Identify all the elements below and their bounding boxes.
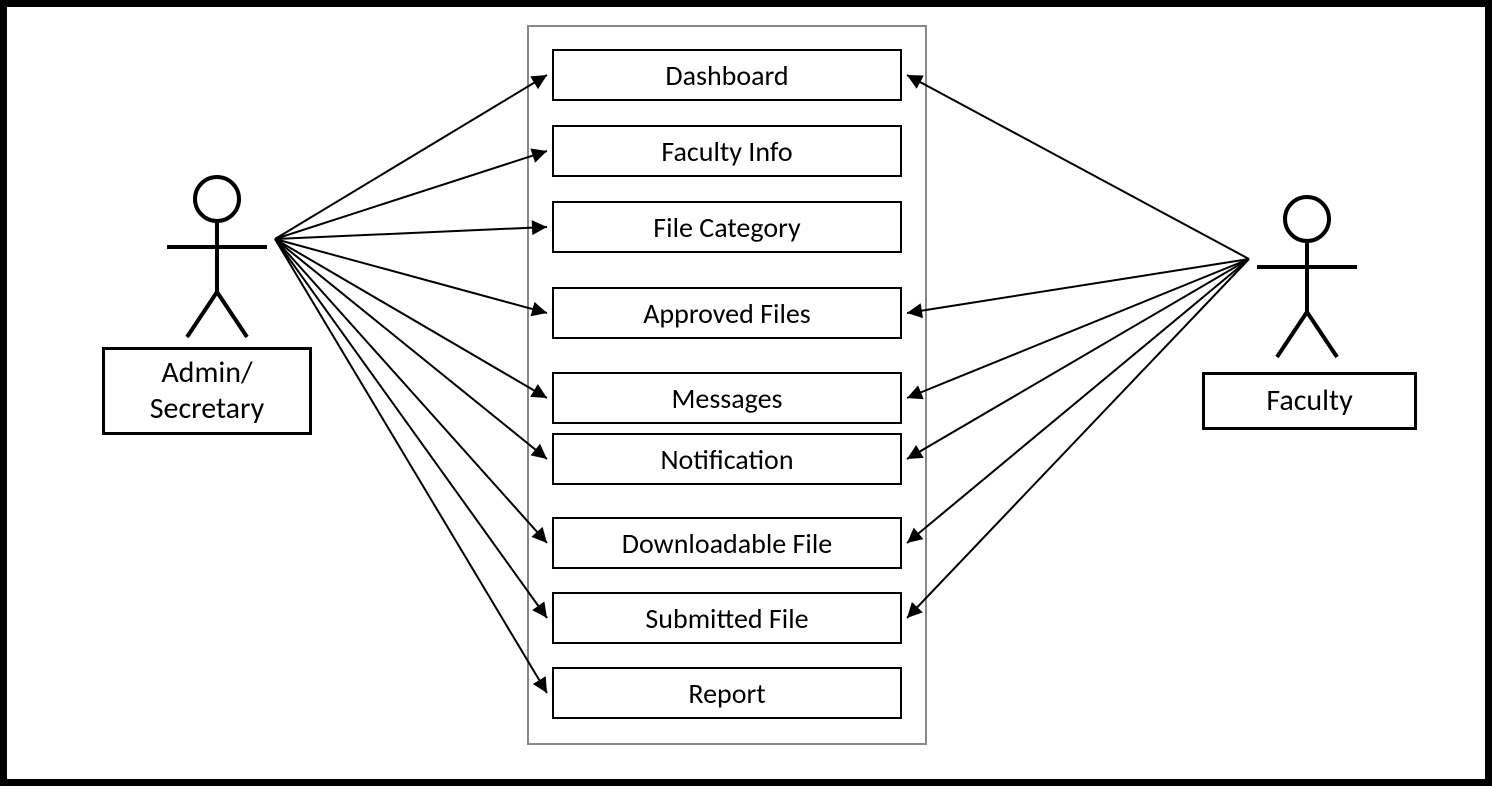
actor-faculty-label: Faculty bbox=[1202, 372, 1417, 430]
usecase-faculty-info: Faculty Info bbox=[552, 125, 902, 177]
usecase-label: Messages bbox=[671, 381, 782, 416]
actor-label-text: Admin/ Secretary bbox=[150, 355, 264, 427]
usecase-messages: Messages bbox=[552, 372, 902, 424]
usecase-label: Report bbox=[688, 676, 765, 711]
usecase-label: File Category bbox=[653, 210, 800, 245]
actor-label-text: Faculty bbox=[1266, 383, 1352, 419]
usecase-file-category: File Category bbox=[552, 201, 902, 253]
usecase-approved-files: Approved Files bbox=[552, 287, 902, 339]
usecase-dashboard: Dashboard bbox=[552, 49, 902, 101]
usecase-notification: Notification bbox=[552, 433, 902, 485]
actor-admin-label: Admin/ Secretary bbox=[102, 347, 312, 435]
usecase-downloadable-file: Downloadable File bbox=[552, 517, 902, 569]
usecase-submitted-file: Submitted File bbox=[552, 592, 902, 644]
actor-faculty-icon bbox=[1257, 197, 1357, 357]
usecase-label: Approved Files bbox=[643, 296, 811, 331]
usecase-label: Downloadable File bbox=[622, 526, 832, 561]
usecase-report: Report bbox=[552, 667, 902, 719]
admin-arrows bbox=[275, 75, 547, 693]
use-case-diagram: Dashboard Faculty Info File Category App… bbox=[0, 0, 1492, 786]
actor-admin-icon bbox=[167, 177, 267, 337]
usecase-label: Submitted File bbox=[645, 601, 808, 636]
usecase-label: Notification bbox=[660, 442, 793, 477]
faculty-arrows bbox=[907, 75, 1249, 618]
usecase-label: Dashboard bbox=[665, 58, 788, 93]
usecase-label: Faculty Info bbox=[661, 134, 792, 169]
